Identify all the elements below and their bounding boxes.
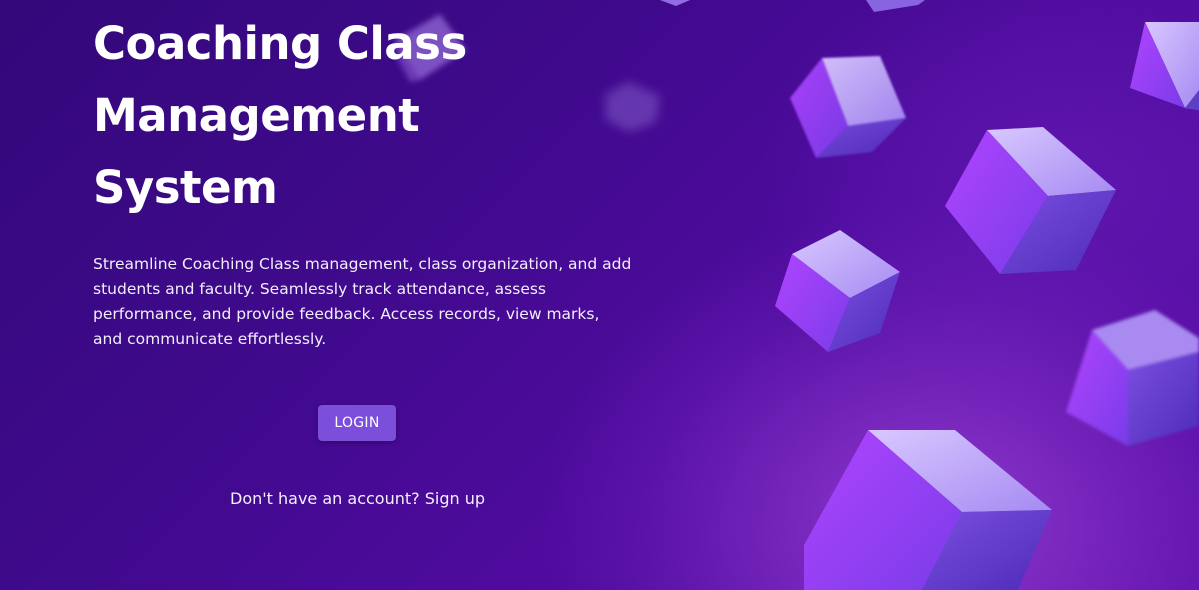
title-line-1: Coaching Class bbox=[93, 17, 467, 70]
hero-section: Coaching Class Management System bbox=[93, 8, 653, 224]
title-line-3: System bbox=[93, 161, 278, 214]
cube-medium-upper bbox=[790, 56, 906, 158]
signup-prompt-line: Don't have an account? Sign up bbox=[230, 489, 485, 508]
cube-top-fragment-1 bbox=[660, 0, 690, 6]
page-title: Coaching Class Management System bbox=[93, 8, 513, 224]
login-button[interactable]: LOGIN bbox=[318, 405, 396, 441]
cube-upper-right bbox=[1130, 22, 1199, 110]
cube-top-fragment-2 bbox=[866, 0, 925, 12]
signup-link[interactable]: Sign up bbox=[425, 489, 485, 508]
title-line-2: Management bbox=[93, 89, 420, 142]
signup-prompt-text: Don't have an account? bbox=[230, 489, 420, 508]
hero-description: Streamline Coaching Class management, cl… bbox=[93, 255, 632, 348]
cube-middle bbox=[775, 230, 900, 352]
cube-right-middle bbox=[1066, 310, 1199, 446]
cube-large-bottom bbox=[804, 430, 1052, 590]
cube-large-right bbox=[945, 127, 1116, 274]
